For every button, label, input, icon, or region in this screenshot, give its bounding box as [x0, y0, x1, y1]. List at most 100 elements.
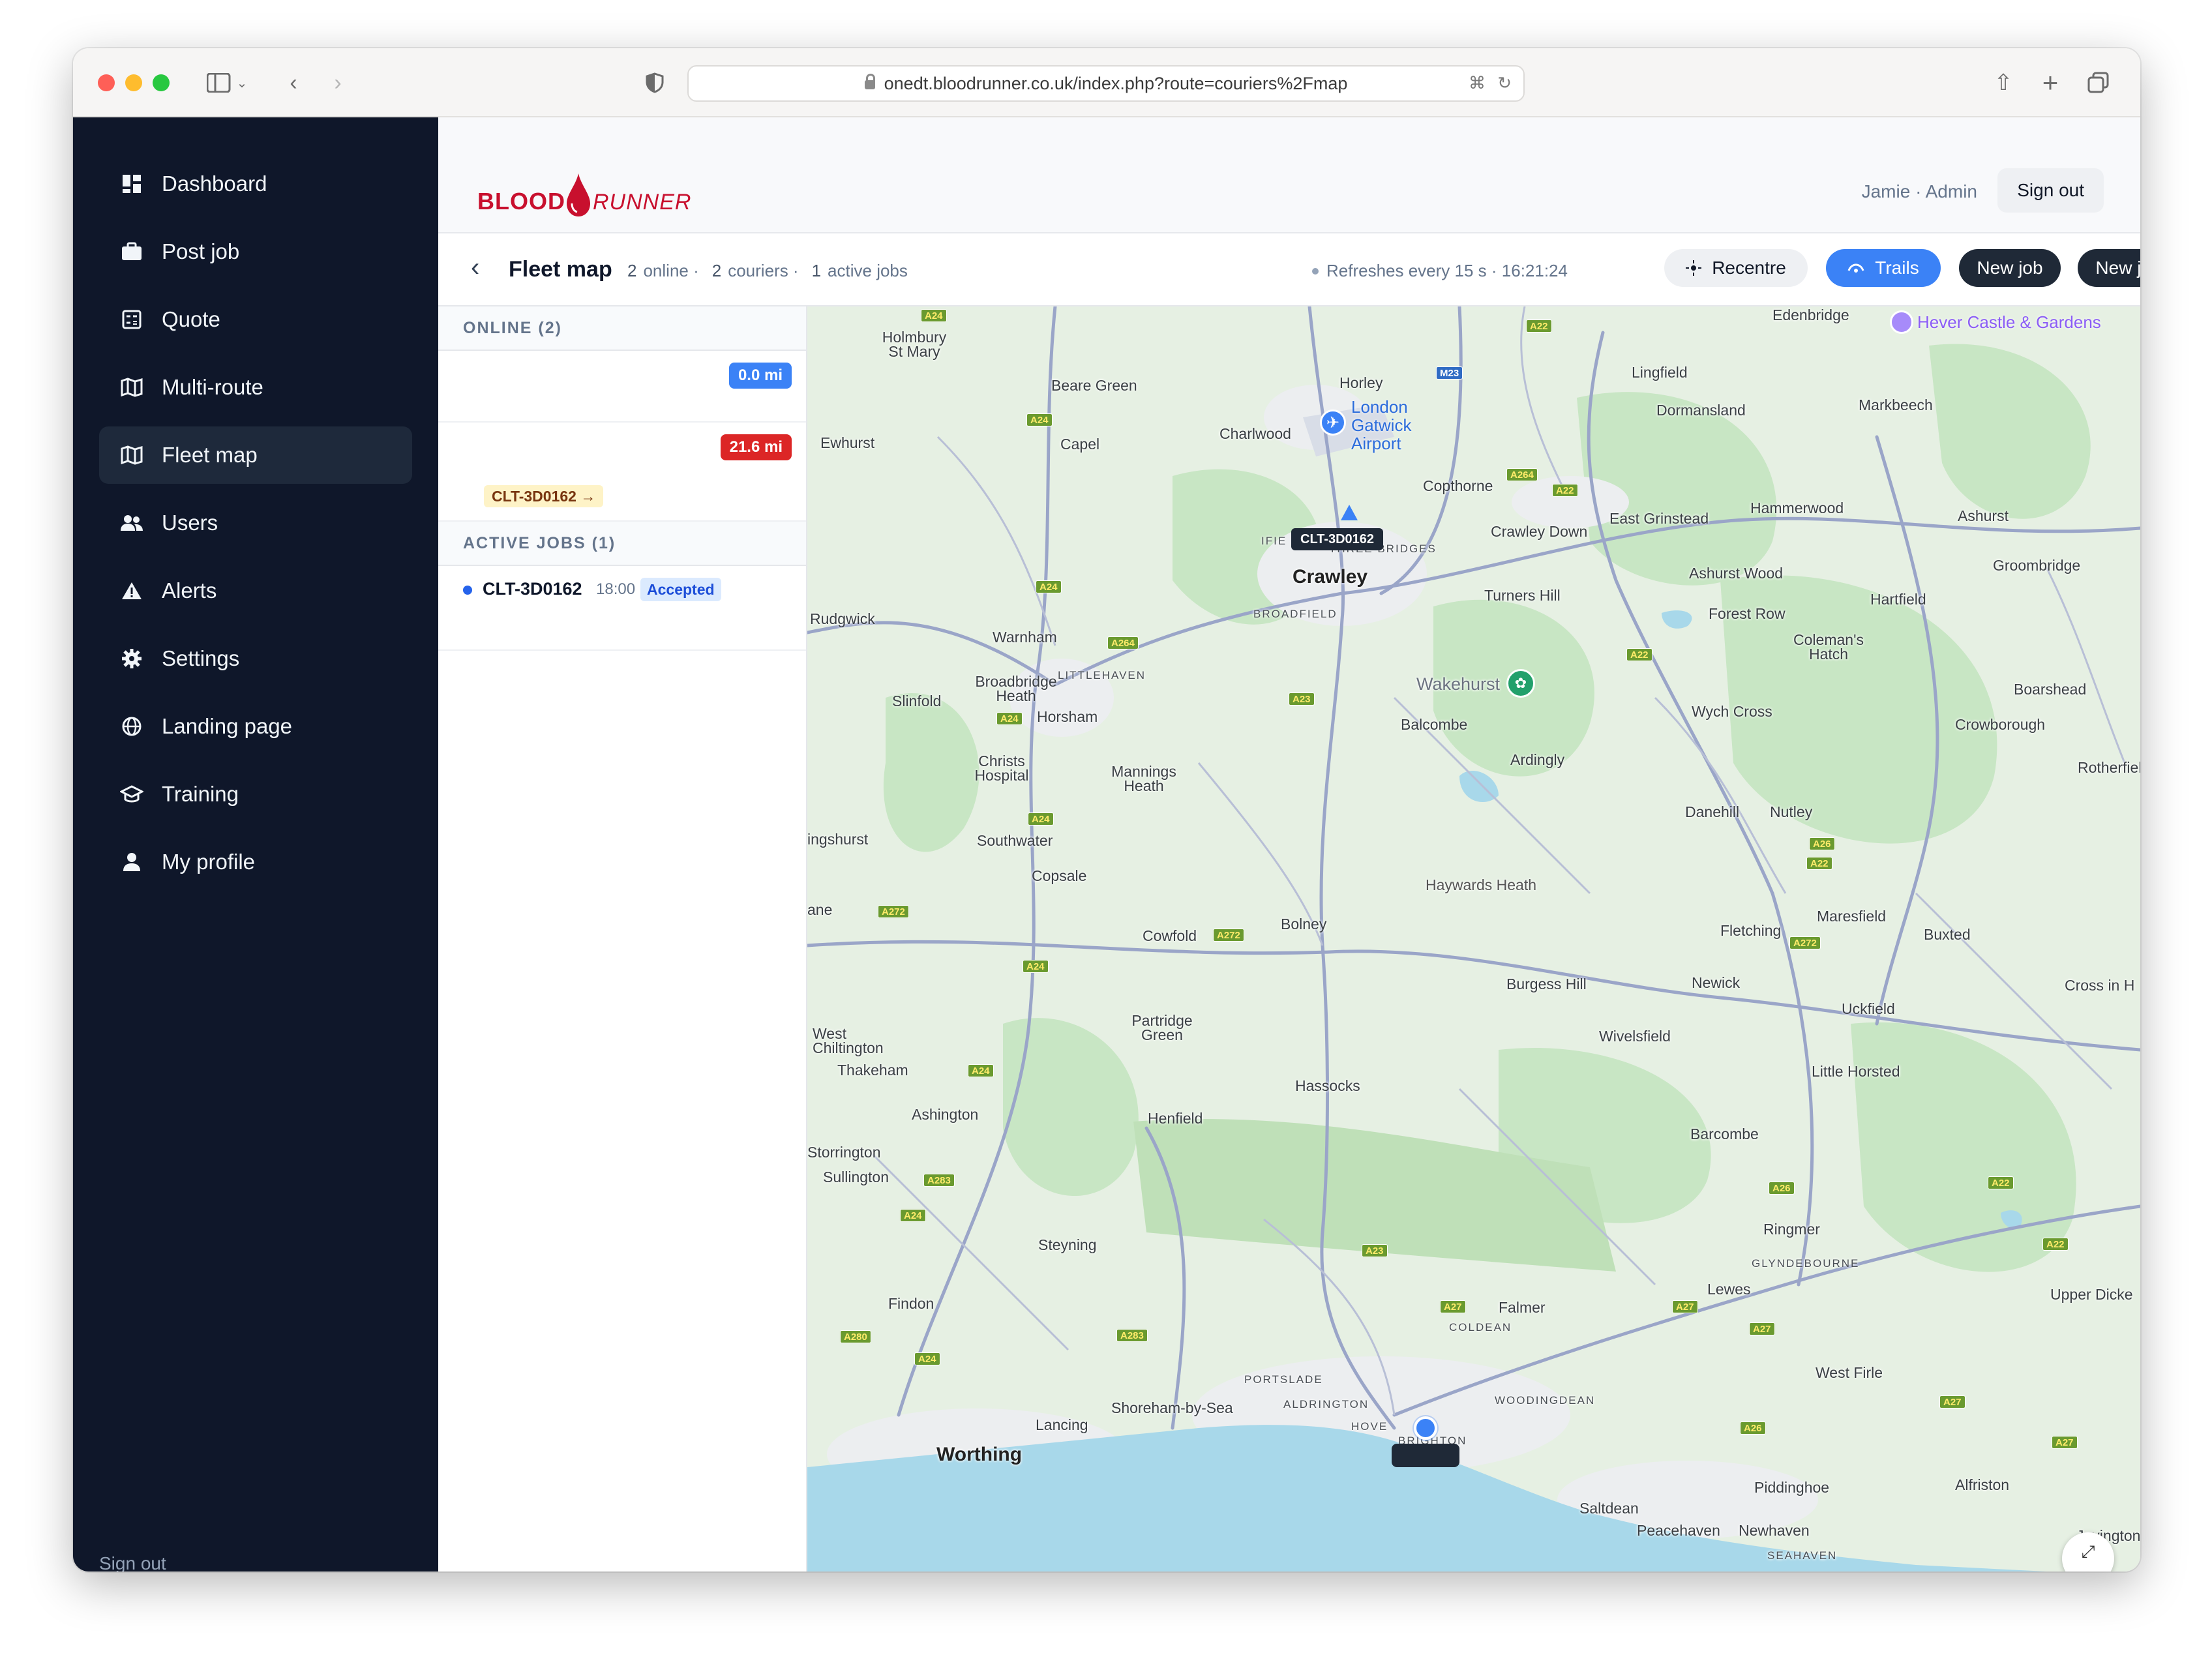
job-row[interactable]: CLT-3D0162 18:00 Accepted	[438, 565, 806, 651]
place-label: Saltdean	[1579, 1500, 1639, 1517]
warning-icon	[119, 578, 145, 604]
place-label: Warnham	[993, 629, 1057, 646]
sidebar-item-training[interactable]: Training	[99, 766, 412, 823]
place-label: Lingfield	[1632, 364, 1688, 381]
place-label: Wivelsfield	[1599, 1028, 1671, 1045]
courier-label-redacted[interactable]	[1392, 1444, 1459, 1467]
place-label: Wakehurst	[1416, 674, 1501, 694]
sidebar-item-label: Dashboard	[162, 171, 267, 196]
close-window-button[interactable]	[98, 74, 115, 91]
page-title: Fleet map	[509, 257, 612, 282]
new-job-button[interactable]: New job	[1959, 249, 2061, 287]
road-sign: A264	[1107, 636, 1139, 649]
sidebar-item-landing-page[interactable]: Landing page	[99, 698, 412, 755]
sidebar-item-quote[interactable]: Quote	[99, 291, 412, 348]
road-sign: A23	[1289, 693, 1315, 706]
place-label: Bolney	[1281, 916, 1327, 932]
place-label: Turners Hill	[1484, 587, 1561, 604]
road-sign: A24	[1026, 413, 1053, 426]
fleet-map[interactable]: A24 A22 M23 A24 A264 A22 A24 A264 A23 A2…	[807, 306, 2140, 1571]
place-label: ALDRINGTON	[1283, 1398, 1369, 1410]
place-label: Henfield	[1148, 1110, 1203, 1127]
translate-icon[interactable]: ⌘	[1469, 73, 1486, 93]
address-bar[interactable]: onedt.bloodrunner.co.uk/index.php?route=…	[687, 65, 1525, 102]
courier-row[interactable]: 0.0 mi	[438, 351, 806, 423]
place-label: East Grinstead	[1609, 510, 1709, 527]
place-label: Dormansland	[1656, 402, 1746, 419]
place-label: Sullington	[823, 1169, 889, 1185]
sidebar-item-settings[interactable]: Settings	[99, 630, 412, 687]
map-icon	[119, 374, 145, 400]
sidebar-item-fleet-map[interactable]: Fleet map	[99, 426, 412, 484]
place-label: Ewhurst	[820, 434, 875, 451]
sidebar-sign-out-link[interactable]: Sign out	[99, 1553, 166, 1571]
sidebar-toggle-icon[interactable]: ⌄	[201, 67, 253, 99]
castle-icon	[1890, 310, 1913, 334]
jobs-count: 1	[811, 261, 822, 280]
road-sign: A27	[1939, 1395, 1965, 1408]
users-icon	[119, 510, 145, 536]
place-label: PORTSLADE	[1244, 1373, 1323, 1386]
courier-row[interactable]: 21.6 mi CLT-3D0162 →	[438, 423, 806, 522]
browser-window: ⌄ ‹ › onedt.bloodrunner.co.uk/index.php?…	[73, 48, 2140, 1571]
place-label: Storrington	[807, 1144, 881, 1161]
place-label: Barcombe	[1690, 1125, 1759, 1142]
place-label: Cowfold	[1143, 927, 1197, 944]
app-header: BLOOD RUNNER Jamie · Admin Sign out	[438, 117, 2140, 233]
gear-icon	[119, 646, 145, 672]
new-job-button-secondary[interactable]: New job	[2078, 249, 2140, 287]
back-chevron-icon[interactable]: ‹	[471, 253, 479, 282]
hever-castle-poi[interactable]: Hever Castle & Gardens	[1890, 310, 2101, 334]
sign-out-button[interactable]: Sign out	[1997, 168, 2104, 213]
road-sign: A26	[1740, 1422, 1766, 1435]
sidebar-item-dashboard[interactable]: Dashboard	[99, 155, 412, 213]
road-sign: A24	[914, 1352, 940, 1365]
sidebar-item-my-profile[interactable]: My profile	[99, 833, 412, 891]
sidebar-item-label: Post job	[162, 239, 240, 263]
url-text: onedt.bloodrunner.co.uk/index.php?route=…	[884, 73, 1348, 93]
fleet-map-toolbar: ‹ Fleet map 2 online · 2 couriers · 1 ac…	[438, 233, 2140, 306]
courier-location-marker[interactable]	[1414, 1416, 1437, 1440]
road-sign: A283	[1116, 1329, 1148, 1342]
gatwick-airport-label: London Gatwick Airport	[1351, 397, 1412, 453]
place-label: Cross in H	[2065, 977, 2135, 994]
back-icon[interactable]: ‹	[280, 67, 306, 99]
sidebar-item-users[interactable]: Users	[99, 494, 412, 552]
courier-heading-marker[interactable]	[1341, 505, 1358, 520]
sidebar-item-label: Landing page	[162, 714, 293, 738]
main-content: BLOOD RUNNER Jamie · Admin Sign out ‹ Fl…	[438, 117, 2140, 1571]
sidebar-item-post-job[interactable]: Post job	[99, 223, 412, 280]
place-label: Fletching	[1720, 922, 1782, 939]
new-tab-icon[interactable]: +	[2037, 67, 2063, 99]
privacy-shield-icon[interactable]	[642, 67, 668, 99]
job-status-badge: Accepted	[640, 578, 721, 601]
bloodrunner-logo[interactable]: BLOOD RUNNER	[477, 163, 691, 216]
sidebar-item-multi-route[interactable]: Multi-route	[99, 359, 412, 416]
minimize-window-button[interactable]	[125, 74, 142, 91]
sidebar-item-alerts[interactable]: Alerts	[99, 562, 412, 619]
place-label: ane	[807, 901, 833, 918]
share-icon[interactable]: ⇧	[1990, 67, 2016, 99]
recentre-button[interactable]: Recentre	[1664, 249, 1808, 287]
trails-toggle-button[interactable]: Trails	[1826, 249, 1941, 287]
assigned-job-link[interactable]: CLT-3D0162 →	[484, 485, 604, 507]
courier-job-label[interactable]: CLT-3D0162	[1291, 528, 1384, 550]
place-label: Burgess Hill	[1506, 975, 1587, 992]
tab-overview-icon[interactable]	[2085, 67, 2112, 99]
reload-icon[interactable]: ↻	[1497, 73, 1512, 93]
forward-icon[interactable]: ›	[325, 67, 351, 99]
road-sign: A24	[1023, 960, 1049, 973]
fleet-stats: 2 online · 2 couriers · 1 active jobs	[627, 261, 908, 281]
place-label: Hartfield	[1870, 591, 1926, 608]
garden-icon[interactable]: ✿	[1506, 669, 1535, 698]
airport-icon[interactable]: ✈	[1320, 410, 1346, 436]
place-label: COLDEAN	[1449, 1321, 1512, 1333]
globe-icon	[119, 713, 145, 739]
browser-titlebar: ⌄ ‹ › onedt.bloodrunner.co.uk/index.php?…	[73, 48, 2140, 117]
job-id: CLT-3D0162	[483, 579, 582, 599]
place-label: Hassocks	[1295, 1077, 1360, 1094]
sidebar: Dashboard Post job Quote Multi-route Fle…	[73, 117, 438, 1571]
place-label: Copthorne	[1423, 477, 1493, 494]
maximize-window-button[interactable]	[153, 74, 170, 91]
place-label: Capel	[1060, 436, 1100, 453]
